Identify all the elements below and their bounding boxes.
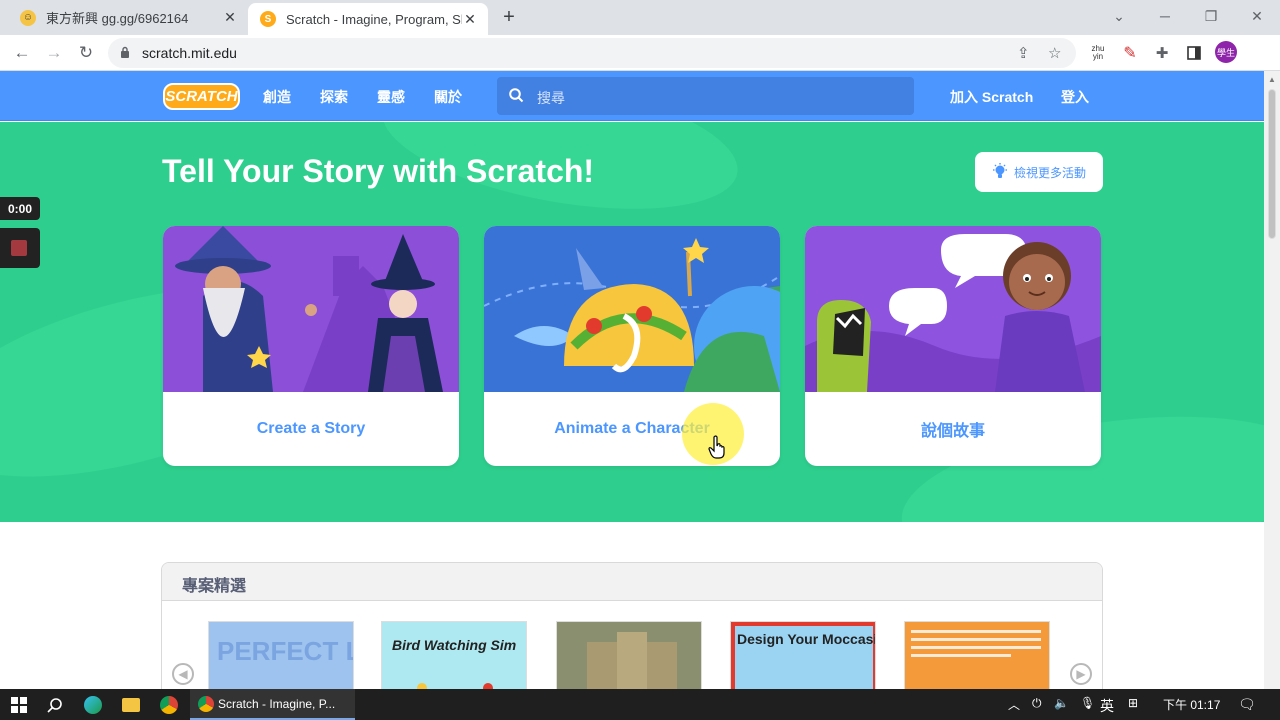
carousel-right-arrow-icon[interactable]: ▶ xyxy=(1070,663,1092,685)
view-more-label: 檢視更多活動 xyxy=(1013,165,1086,180)
project-thumbnail[interactable]: PERFECT LANDING xyxy=(208,621,354,689)
tab-scratch[interactable]: S Scratch - Imagine, Program, Sh ✕ xyxy=(248,3,488,35)
tab-dongfang[interactable]: ☺ 東方新興 gg.gg/6962164 ✕ xyxy=(8,0,248,35)
scroll-up-icon[interactable]: ▲ xyxy=(1268,75,1276,84)
reload-icon[interactable]: ↻ xyxy=(72,39,100,67)
carousel-left-arrow-icon[interactable]: ◀ xyxy=(172,663,194,685)
microphone-icon[interactable]: 🎙 xyxy=(1080,696,1095,710)
screen: ☺ 東方新興 gg.gg/6962164 ✕ S Scratch - Imagi… xyxy=(0,0,1280,720)
new-tab-button[interactable]: + xyxy=(498,6,520,28)
windows-taskbar: Scratch - Imagine, P... ︿ ⏻ 🔈 🎙 英 ⊞ 下午 0… xyxy=(0,689,1280,720)
tray-overflow-icon[interactable]: ︿ xyxy=(1008,696,1020,713)
restore-button[interactable]: ❐ xyxy=(1188,0,1234,32)
minimize-button[interactable]: ─ xyxy=(1142,0,1188,32)
battery-icon[interactable]: ⏻ xyxy=(1032,696,1042,711)
thumb-title: Bird Watching Sim xyxy=(392,637,516,653)
activity-card-tell-story[interactable]: 說個故事 xyxy=(805,226,1101,466)
bookmark-star-icon[interactable]: ☆ xyxy=(1048,44,1061,62)
zhuyin-extension-icon[interactable]: zhu yin xyxy=(1086,41,1110,65)
tab-search-chevron-icon[interactable]: ⌄ xyxy=(1096,0,1142,32)
address-bar[interactable]: scratch.mit.edu ⇪ ☆ xyxy=(108,38,1076,68)
thumb-title: PERFECT LANDING xyxy=(217,636,354,666)
join-scratch-link[interactable]: 加入 Scratch xyxy=(950,87,1033,107)
ime-mode-icon[interactable]: ⊞ xyxy=(1128,696,1138,710)
emoji-favicon-icon: ☺ xyxy=(20,9,36,26)
wizard-witch-illustration xyxy=(163,226,459,392)
search-placeholder: 搜尋 xyxy=(537,90,565,106)
recorder-timer: 0:00 xyxy=(0,197,40,220)
active-window-title: Scratch - Imagine, P... xyxy=(218,696,336,711)
close-tab-icon[interactable]: ✕ xyxy=(462,11,478,28)
card-label: 說個故事 xyxy=(920,423,985,440)
lock-icon xyxy=(121,46,129,58)
scrollbar-thumb[interactable] xyxy=(1268,89,1276,239)
recorder-stop-button[interactable] xyxy=(0,228,40,268)
featured-title: 專案精選 xyxy=(182,578,247,595)
stop-icon xyxy=(11,240,27,256)
side-panel-icon[interactable] xyxy=(1182,41,1206,65)
page-viewport: SCRATCH 創造 探索 靈感 關於 搜尋 加入 Scratch 登入 Tel… xyxy=(0,71,1264,689)
notification-icon[interactable]: 🗨 xyxy=(1238,696,1256,713)
nav-explore[interactable]: 探索 xyxy=(320,87,348,107)
search-input[interactable]: 搜尋 xyxy=(497,77,914,115)
clock[interactable]: 下午 01:17 xyxy=(1163,696,1220,713)
project-thumbnail[interactable]: Bird Watching Sim xyxy=(381,621,527,689)
scratch-navbar: SCRATCH 創造 探索 靈感 關於 搜尋 加入 Scratch 登入 xyxy=(0,71,1264,121)
chrome-icon xyxy=(198,695,214,712)
forward-arrow-icon[interactable]: → xyxy=(40,39,68,67)
browser-tab-strip: ☺ 東方新興 gg.gg/6962164 ✕ S Scratch - Imagi… xyxy=(0,0,1280,35)
share-icon[interactable]: ⇪ xyxy=(1017,44,1030,62)
view-more-activities-button[interactable]: 檢視更多活動 xyxy=(975,152,1103,192)
project-thumbnail[interactable]: Design Your Moccasins xyxy=(730,621,876,689)
search-icon[interactable] xyxy=(43,693,67,717)
project-thumbnail[interactable] xyxy=(904,621,1050,689)
edge-browser-icon[interactable] xyxy=(81,693,105,717)
activity-card-create-story[interactable]: Create a Story xyxy=(163,226,459,466)
featured-projects-section: 專案精選 ◀ PERFECT LANDING Bird Watching Sim… xyxy=(161,562,1103,689)
back-arrow-icon[interactable]: ← xyxy=(8,39,36,67)
project-thumbnail[interactable] xyxy=(556,621,702,689)
page-scrollbar[interactable]: ▲ xyxy=(1264,71,1280,689)
close-window-button[interactable]: ✕ xyxy=(1234,0,1280,32)
tab-title: Scratch - Imagine, Program, Sh xyxy=(286,11,462,27)
ime-indicator[interactable]: 英 xyxy=(1100,696,1114,716)
url-text: scratch.mit.edu xyxy=(142,45,237,61)
volume-icon[interactable]: 🔈 xyxy=(1054,696,1069,710)
nav-about[interactable]: 關於 xyxy=(434,87,462,107)
search-icon xyxy=(509,88,524,103)
card-label: Create a Story xyxy=(256,420,366,437)
scratch-favicon-icon: S xyxy=(260,11,276,27)
lightbulb-icon xyxy=(992,163,1007,178)
thumb-title: Design Your Moccasins xyxy=(737,631,876,647)
sign-in-link[interactable]: 登入 xyxy=(1061,87,1089,107)
scratch-logo[interactable]: SCRATCH xyxy=(163,83,240,110)
close-tab-icon[interactable]: ✕ xyxy=(222,9,238,26)
chrome-icon[interactable] xyxy=(157,693,181,717)
file-explorer-icon[interactable] xyxy=(119,693,143,717)
dinosaur-girl-illustration xyxy=(805,226,1101,392)
windows-start-icon[interactable] xyxy=(7,693,31,717)
hand-pointer-icon xyxy=(708,435,725,459)
hero-title: Tell Your Story with Scratch! xyxy=(162,153,595,189)
featured-header: 專案精選 xyxy=(162,563,1102,601)
nav-create[interactable]: 創造 xyxy=(263,87,291,107)
taskbar-active-window[interactable]: Scratch - Imagine, P... xyxy=(190,689,355,720)
browser-toolbar: ← → ↻ scratch.mit.edu ⇪ ☆ zhu yin ✎ ✚ xyxy=(0,35,1280,71)
hero-banner: Tell Your Story with Scratch! 檢視更多活動 Cre… xyxy=(0,122,1264,522)
pen-extension-icon[interactable]: ✎ xyxy=(1118,41,1142,65)
nav-ideas[interactable]: 靈感 xyxy=(377,87,405,107)
profile-avatar[interactable]: 學生 xyxy=(1215,41,1237,63)
tab-title: 東方新興 gg.gg/6962164 xyxy=(46,11,189,26)
taco-illustration xyxy=(484,226,780,392)
extensions-puzzle-icon[interactable]: ✚ xyxy=(1150,41,1174,65)
